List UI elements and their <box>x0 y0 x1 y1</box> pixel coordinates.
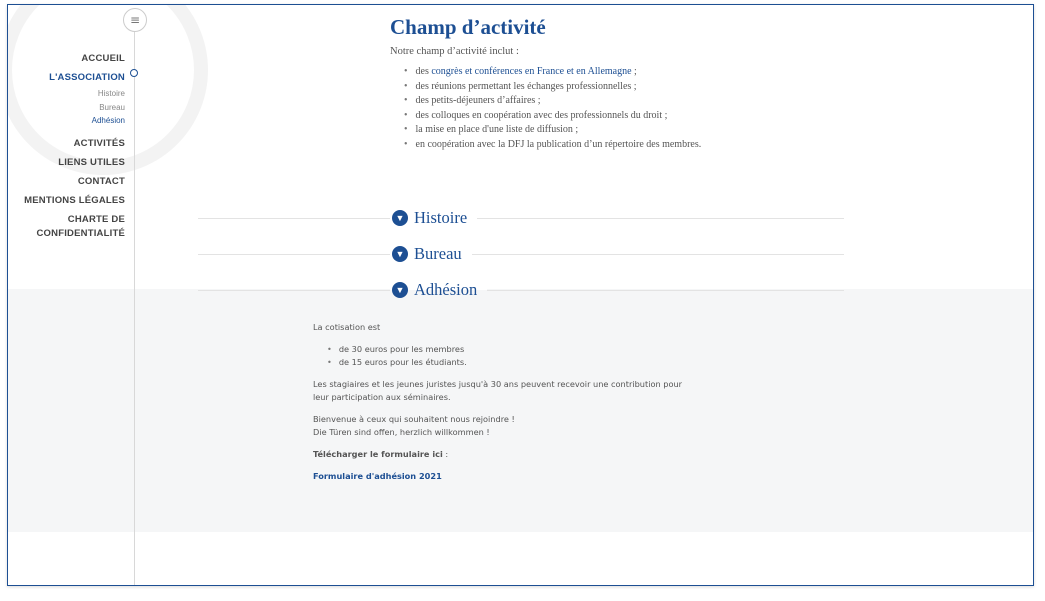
download-label-text: Télécharger le formulaire ici <box>313 449 443 459</box>
sidebar-item-charte[interactable]: CHARTE DE CONFIDENTIALITÉ <box>35 213 125 241</box>
accordion-label: Adhésion <box>414 280 478 299</box>
adhesion-content: La cotisation est de 30 euros pour les m… <box>313 321 693 492</box>
download-label-suffix: : <box>442 449 449 459</box>
list-item: des colloques en coopération avec des pr… <box>404 109 701 124</box>
congres-link[interactable]: congrès et conférences en France et en A… <box>431 66 631 77</box>
sidebar-subitem-histoire[interactable]: Histoire <box>24 87 125 101</box>
chevron-down-circle-icon: ▼ <box>392 282 408 298</box>
accordion-label: Histoire <box>414 208 468 227</box>
accordion-adhesion: ▼ Adhésion <box>198 280 844 300</box>
list-item: en coopération avec la DFJ la publicatio… <box>404 138 702 153</box>
fee-intro: La cotisation est <box>313 322 381 332</box>
accordion-toggle-histoire[interactable]: ▼ Histoire <box>390 208 478 228</box>
sidebar-item-activites[interactable]: ACTIVITÉS <box>24 134 125 153</box>
page-frame: ≡ ACCUEIL L'ASSOCIATION Histoire Bureau … <box>7 4 1034 586</box>
list-item: des congrès et conférences en France et … <box>404 65 701 80</box>
sidebar-item-liens-utiles[interactable]: LIENS UTILES <box>24 153 125 172</box>
accordion-toggle-adhesion[interactable]: ▼ Adhésion <box>390 280 488 300</box>
list-item: des réunions permettant les échanges pro… <box>404 80 701 95</box>
download-label: Télécharger le formulaire ici : <box>313 448 693 461</box>
activity-list: des congrès et conférences en France et … <box>404 65 702 153</box>
list-item-text: des <box>415 66 432 77</box>
welcome-fr: Bienvenue à ceux qui souhaitent nous rej… <box>313 414 515 424</box>
chevron-down-circle-icon: ▼ <box>392 210 408 226</box>
page-title: Champ d’activité <box>390 15 546 39</box>
sidebar-item-contact[interactable]: CONTACT <box>24 172 125 191</box>
sidebar-subitem-bureau[interactable]: Bureau <box>24 101 125 115</box>
sidebar-item-association[interactable]: L'ASSOCIATION <box>24 68 125 87</box>
accordion-label: Bureau <box>414 244 462 263</box>
sidebar-item-mentions-legales[interactable]: MENTIONS LÉGALES <box>24 191 125 210</box>
list-item-text: ; <box>631 66 637 77</box>
sidebar-item-accueil[interactable]: ACCUEIL <box>24 49 125 68</box>
welcome-text: Bienvenue à ceux qui souhaitent nous rej… <box>313 413 693 439</box>
sidebar-divider <box>134 31 135 585</box>
list-item: de 30 euros pour les membres <box>327 343 693 356</box>
accordion-toggle-bureau[interactable]: ▼ Bureau <box>390 244 472 264</box>
main-content: Champ d’activité Notre champ d’activité … <box>390 15 701 153</box>
divider <box>198 254 844 255</box>
chevron-down-circle-icon: ▼ <box>392 246 408 262</box>
hamburger-icon[interactable]: ≡ <box>123 8 147 32</box>
sidebar-subitem-adhesion[interactable]: Adhésion <box>24 114 125 128</box>
list-item: la mise en place d'une liste de diffusio… <box>404 123 701 138</box>
divider <box>198 290 844 291</box>
accordion-bureau: ▼ Bureau <box>198 244 844 264</box>
welcome-de: Die Türen sind offen, herzlich willkomme… <box>313 427 490 437</box>
list-item: de 15 euros pour les étudiants. <box>327 356 693 369</box>
divider <box>198 218 844 219</box>
fee-list: de 30 euros pour les membres de 15 euros… <box>327 343 693 369</box>
intro-text: Notre champ d’activité inclut : <box>390 46 519 57</box>
accordion-histoire: ▼ Histoire <box>198 208 844 228</box>
active-indicator-icon <box>130 69 138 77</box>
list-item: des petits-déjeuners d’affaires ; <box>404 94 701 109</box>
form-download-link[interactable]: Formulaire d'adhésion 2021 <box>313 471 442 481</box>
contribution-text: Les stagiaires et les jeunes juristes ju… <box>313 379 683 402</box>
sidebar-nav: ACCUEIL L'ASSOCIATION Histoire Bureau Ad… <box>24 49 125 241</box>
